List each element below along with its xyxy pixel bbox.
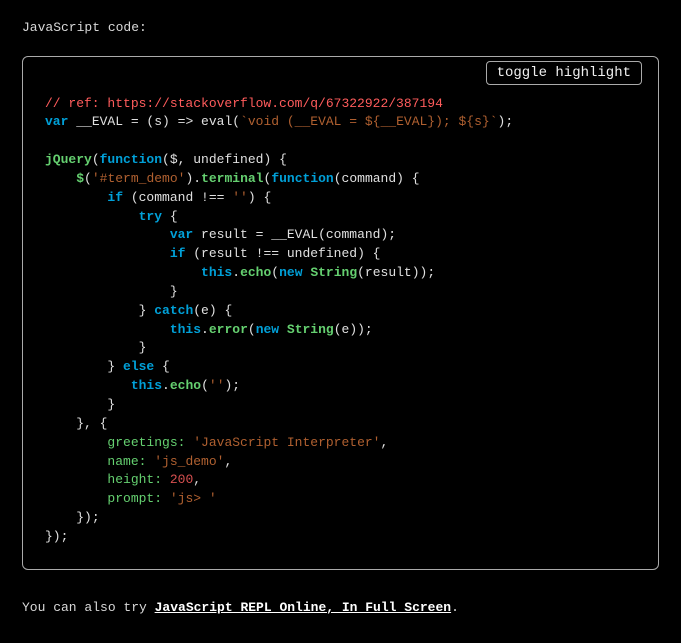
greetings: 'JavaScript Interpreter' (193, 435, 380, 450)
footer-prefix: You can also try (22, 600, 155, 615)
eval-name: __EVAL (76, 114, 123, 129)
selector: '#term_demo' (92, 171, 186, 186)
repl-link[interactable]: JavaScript REPL Online, In Full Screen (155, 600, 451, 615)
term-prompt: 'js> ' (170, 491, 217, 506)
code-comment: // ref: https://stackoverflow.com/q/6732… (45, 96, 443, 111)
term-height: 200 (170, 472, 193, 487)
footer-line: You can also try JavaScript REPL Online,… (22, 598, 659, 618)
jquery: jQuery (45, 152, 92, 167)
eval-template: `void (__EVAL = ${__EVAL}); ${s}` (240, 114, 497, 129)
code-block: // ref: https://stackoverflow.com/q/6732… (45, 95, 636, 547)
kw-var: var (45, 114, 68, 129)
footer-suffix: . (451, 600, 459, 615)
code-frame: toggle highlight // ref: https://stackov… (22, 56, 659, 570)
term-name: 'js_demo' (154, 454, 224, 469)
lead-label: JavaScript code: (22, 18, 659, 38)
toggle-highlight-button[interactable]: toggle highlight (486, 61, 642, 85)
